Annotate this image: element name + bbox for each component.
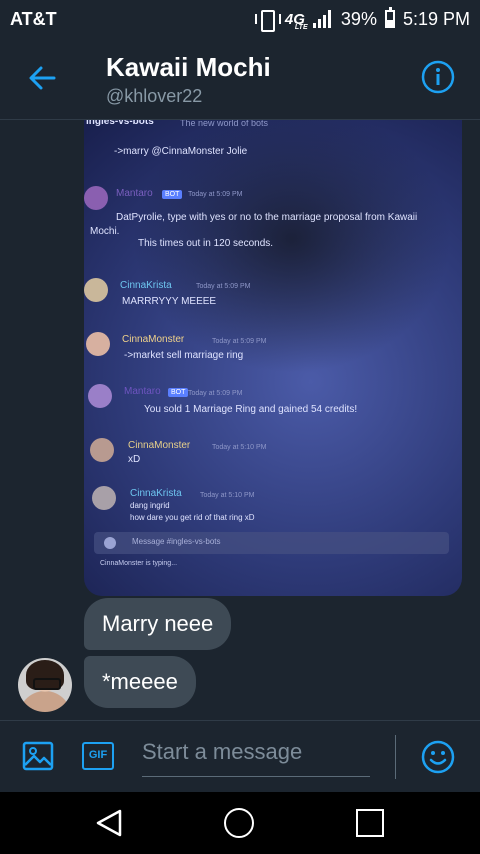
photo-avatar	[86, 332, 110, 356]
photo-line: You sold 1 Marriage Ring and gained 54 c…	[144, 404, 358, 415]
photo-line: This times out in 120 seconds.	[138, 238, 274, 249]
status-icons: 4G LTE 39% 5:19 PM	[254, 7, 470, 32]
photo-username: CinnaKrista	[130, 488, 182, 499]
avatar[interactable]	[18, 658, 72, 712]
photo-line: dang ingrid	[130, 501, 170, 510]
message-bubble[interactable]: Marry neee	[84, 598, 232, 650]
photo-username: CinnaMonster	[128, 440, 191, 451]
photo-bot-badge: BOT	[162, 190, 183, 199]
shared-photo[interactable]: ingles-vs-bots The new world of bots ->m…	[84, 120, 462, 596]
photo-avatar	[84, 278, 108, 302]
photo-avatar	[92, 486, 116, 510]
battery-icon	[384, 7, 395, 28]
photo-line: how dare you get rid of that ring xD	[130, 513, 255, 522]
photo-line: ->marry @CinnaMonster Jolie	[114, 146, 248, 157]
photo-avatar	[84, 186, 108, 210]
vibrate-icon	[254, 9, 281, 32]
photo-channel-name: ingles-vs-bots	[86, 120, 154, 127]
message-bubble[interactable]: *meeee	[84, 656, 196, 708]
nav-back-icon[interactable]	[94, 808, 124, 838]
photo-channel-topic: The new world of bots	[180, 120, 269, 128]
back-arrow-icon[interactable]	[26, 62, 58, 94]
carrier-label: AT&T	[10, 8, 57, 29]
photo-username: Mantaro	[116, 188, 153, 199]
message-thread[interactable]: ingles-vs-bots The new world of bots ->m…	[0, 120, 480, 720]
photo-timestamp: Today at 5:09 PM	[188, 191, 243, 198]
photo-timestamp: Today at 5:09 PM	[196, 283, 251, 290]
info-icon[interactable]	[421, 60, 455, 94]
emoji-icon[interactable]	[421, 740, 455, 774]
contact-name[interactable]: Kawaii Mochi	[106, 52, 271, 83]
gif-icon[interactable]: GIF	[82, 742, 114, 770]
photo-username: CinnaMonster	[122, 334, 185, 345]
battery-percent: 39%	[340, 8, 377, 29]
status-bar: AT&T 4G LTE 39% 5:19 PM	[0, 0, 480, 38]
divider	[395, 735, 396, 779]
nav-home-icon[interactable]	[224, 808, 254, 838]
navigation-bar	[0, 792, 480, 854]
photo-line: ->market sell marriage ring	[124, 350, 244, 361]
photo-message-input: Message #ingles-vs-bots	[94, 532, 449, 554]
conversation-header: Kawaii Mochi @khlover22	[0, 38, 480, 120]
photo-avatar	[88, 384, 112, 408]
photo-timestamp: Today at 5:09 PM	[188, 390, 243, 397]
photo-username: CinnaKrista	[120, 280, 172, 291]
photo-add-icon	[104, 537, 116, 549]
nav-recent-icon[interactable]	[356, 809, 384, 837]
photo-input-placeholder: Message #ingles-vs-bots	[132, 537, 221, 546]
image-icon[interactable]	[22, 740, 54, 772]
photo-line: DatPyrolie, type with yes or no to the m…	[116, 212, 418, 223]
photo-line: MARRRYYY MEEEE	[122, 296, 217, 307]
photo-timestamp: Today at 5:09 PM	[212, 338, 267, 345]
contact-handle: @khlover22	[106, 86, 203, 106]
photo-timestamp: Today at 5:10 PM	[200, 492, 255, 499]
photo-username: Mantaro	[124, 386, 161, 397]
message-input[interactable]: Start a message	[142, 735, 370, 777]
photo-typing-indicator: CinnaMonster is typing...	[100, 560, 178, 567]
network-sub-label: LTE	[294, 23, 308, 31]
photo-bot-badge: BOT	[168, 388, 189, 397]
clock: 5:19 PM	[402, 8, 470, 29]
signal-icon	[312, 10, 333, 28]
photo-line: Mochi.	[90, 226, 120, 237]
network-indicator: 4G LTE	[285, 11, 308, 31]
photo-avatar	[90, 438, 114, 462]
photo-line: xD	[128, 454, 141, 465]
message-composer: GIF Start a message	[0, 720, 480, 792]
photo-timestamp: Today at 5:10 PM	[212, 444, 267, 451]
